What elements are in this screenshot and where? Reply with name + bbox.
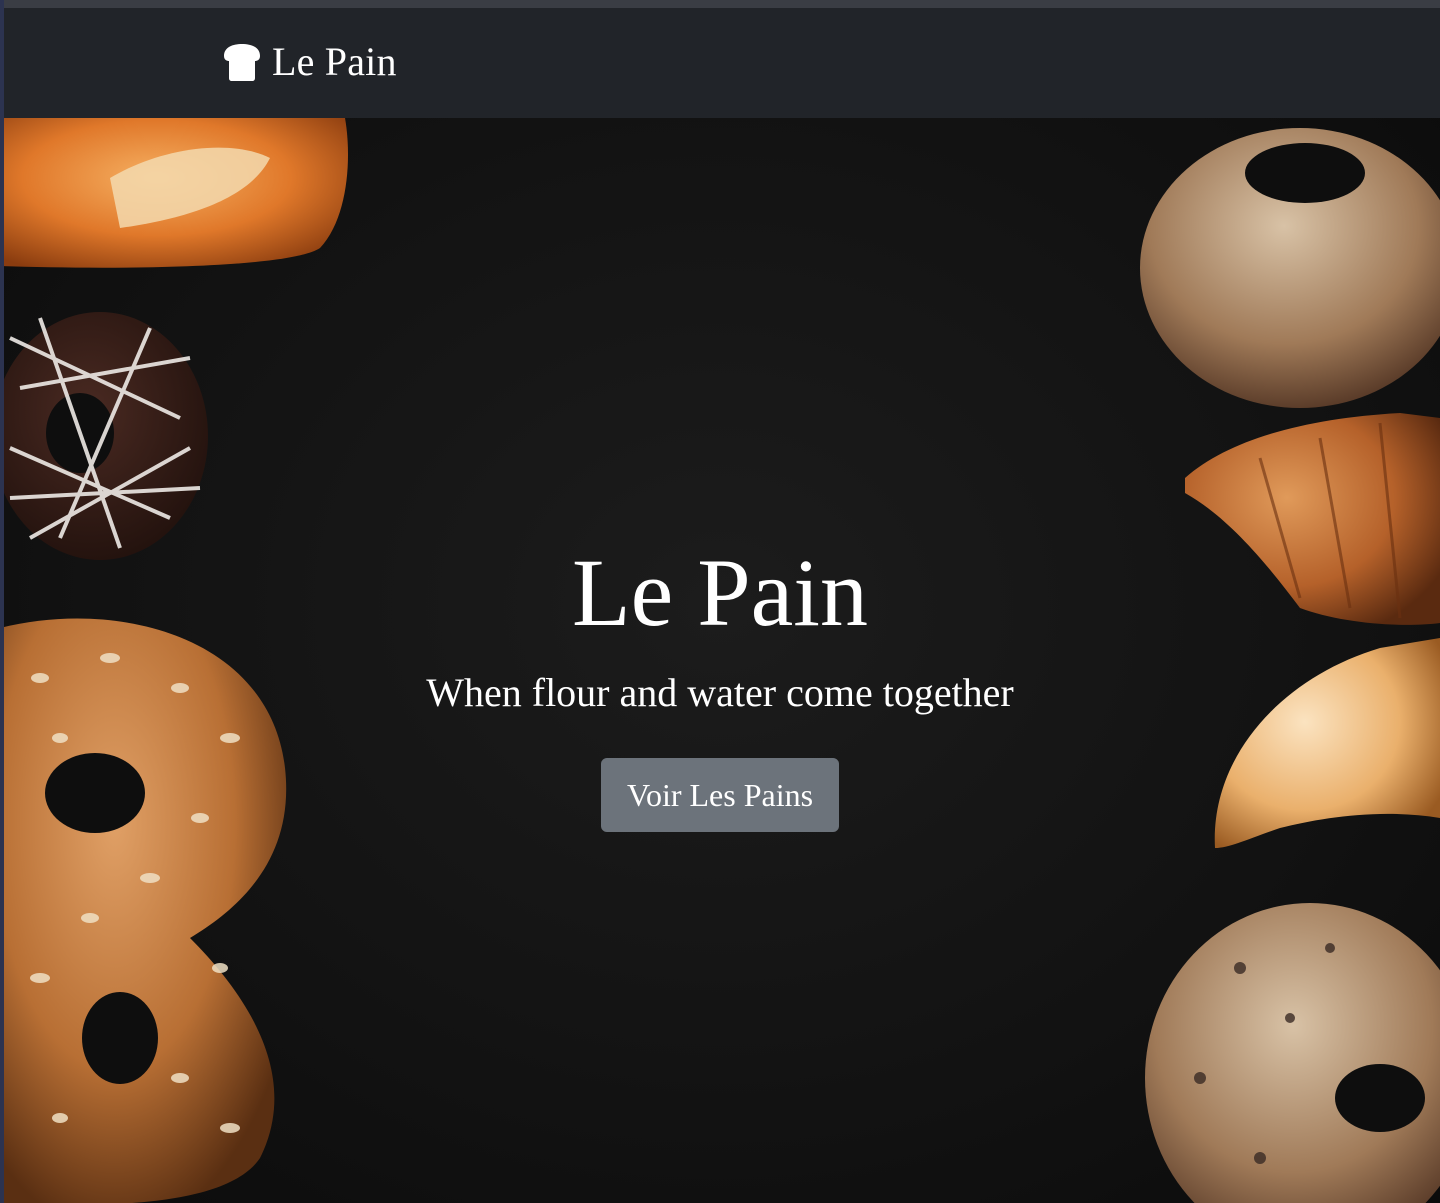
page: Le Pain Le Pain When flour and water com… xyxy=(0,0,1440,1203)
brand-link[interactable]: Le Pain xyxy=(220,38,397,86)
window-left-edge xyxy=(0,0,4,1203)
bread-icon xyxy=(220,42,264,82)
browser-top-strip xyxy=(0,0,1440,8)
hero-title: Le Pain xyxy=(572,539,868,646)
brand-label: Le Pain xyxy=(272,39,397,84)
hero-subtitle: When flour and water come together xyxy=(426,670,1014,715)
hero-section: Le Pain When flour and water come togeth… xyxy=(0,118,1440,1203)
voir-les-pains-button[interactable]: Voir Les Pains xyxy=(601,758,839,832)
navbar: Le Pain xyxy=(0,8,1440,118)
hero-content: Le Pain When flour and water come togeth… xyxy=(0,538,1440,832)
